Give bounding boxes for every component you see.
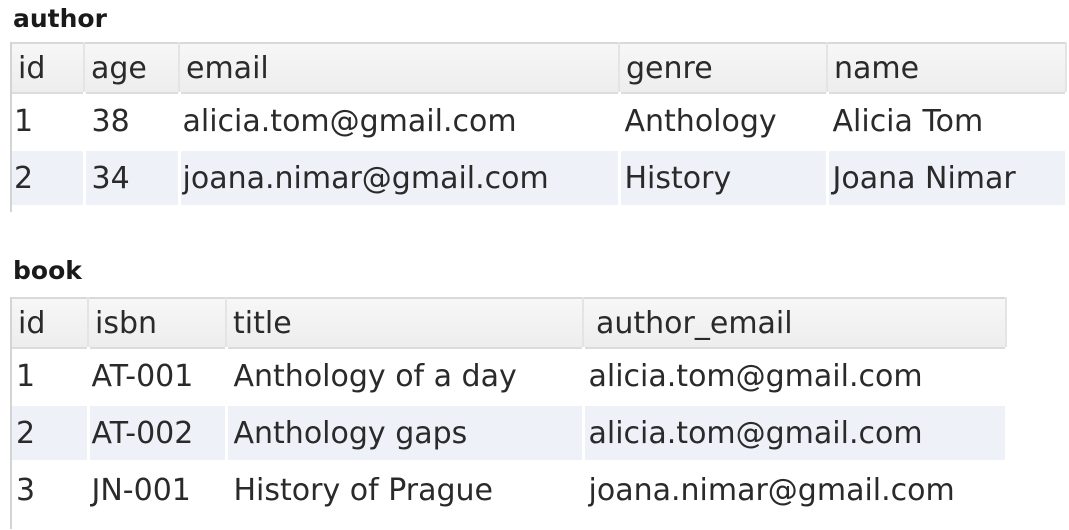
table-cell[interactable]: 38 [84,93,181,151]
table-cell[interactable]: joana.nimar@gmail.com [583,461,1008,520]
table-cell[interactable]: JN-001 [88,461,228,520]
table-row[interactable]: 1 AT-001 Anthology of a day alicia.tom@g… [12,348,1008,406]
table-cell[interactable]: AT-002 [88,404,228,463]
table-cell[interactable]: joana.nimar@gmail.com [179,149,621,208]
book-table-title: book [13,256,82,285]
table-cell[interactable]: alicia.tom@gmail.com [179,93,621,151]
table-cell[interactable]: Alicia Tom [827,93,1068,151]
book-col-id[interactable]: id [12,297,89,349]
table-cell[interactable]: Anthology gaps [226,404,585,463]
table-cell[interactable]: 1 [12,348,90,406]
table-cell[interactable]: alicia.tom@gmail.com [583,404,1008,463]
table-row[interactable]: 2 AT-002 Anthology gaps alicia.tom@gmail… [12,404,1008,463]
table-cell[interactable]: History [619,149,829,208]
table-cell[interactable]: AT-001 [88,348,228,406]
author-table-title: author [13,4,107,33]
table-cell[interactable]: alicia.tom@gmail.com [583,348,1008,406]
table-cell[interactable]: Anthology [619,93,829,151]
table-cell[interactable]: 2 [12,149,86,208]
author-col-id[interactable]: id [12,42,85,94]
table-cell[interactable]: 34 [84,149,181,208]
book-table: id isbn title author_email 1 AT-001 Anth… [12,297,1008,520]
book-col-title[interactable]: title [226,297,584,349]
table-row[interactable]: 2 34 joana.nimar@gmail.com History Joana… [12,149,1068,208]
author-col-age[interactable]: age [84,42,180,94]
book-col-isbn[interactable]: isbn [88,297,227,349]
author-col-genre[interactable]: genre [619,42,828,94]
table-cell[interactable]: History of Prague [226,461,585,520]
author-col-email[interactable]: email [179,42,620,94]
author-header-row: id age email genre name [12,42,1067,94]
author-table: id age email genre name 1 38 alicia.tom@… [12,42,1068,208]
table-cell[interactable]: 2 [12,404,90,463]
book-header-row: id isbn title author_email [12,297,1007,349]
table-cell[interactable]: 3 [12,461,90,520]
table-cell[interactable]: 1 [12,93,86,151]
table-cell[interactable]: Anthology of a day [226,348,585,406]
table-row[interactable]: 1 38 alicia.tom@gmail.com Anthology Alic… [12,93,1068,151]
table-cell[interactable]: Joana Nimar [827,149,1068,208]
book-col-author-email[interactable]: author_email [583,297,1007,349]
author-col-name[interactable]: name [827,42,1067,94]
table-row[interactable]: 3 JN-001 History of Prague joana.nimar@g… [12,461,1008,520]
